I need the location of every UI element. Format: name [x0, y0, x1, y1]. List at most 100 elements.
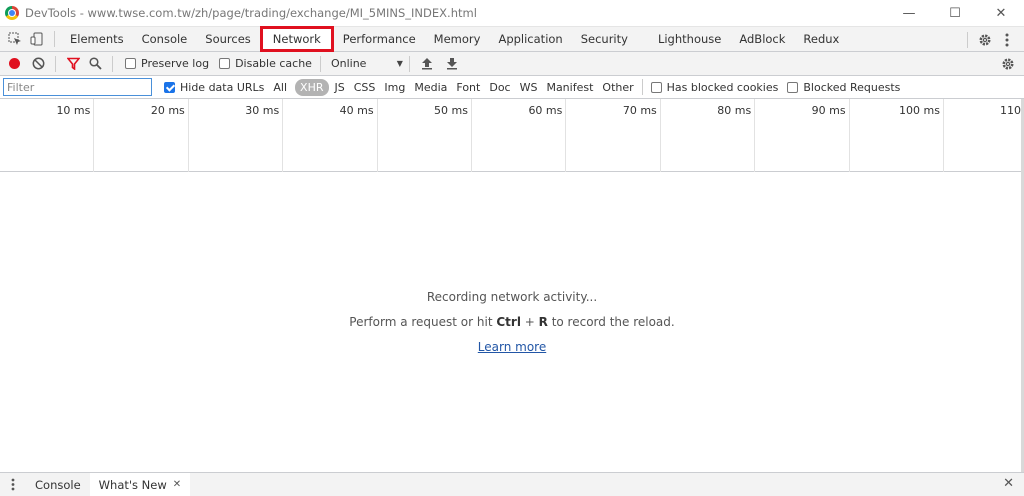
tabbar-right-tools: [961, 27, 1024, 52]
record-button-icon[interactable]: [9, 58, 20, 69]
timeline-tick: 110: [944, 99, 1024, 172]
device-toolbar-icon[interactable]: [26, 28, 48, 50]
reload-hint-suffix: to record the reload.: [547, 315, 675, 329]
tab-performance[interactable]: Performance: [334, 27, 425, 52]
blocked-requests-label: Blocked Requests: [803, 80, 901, 94]
hide-data-urls-label: Hide data URLs: [180, 80, 265, 94]
filter-input[interactable]: [3, 78, 152, 96]
close-window-button[interactable]: ✕: [978, 0, 1024, 26]
drawer-tab-console[interactable]: Console: [26, 473, 90, 496]
filter-type-doc[interactable]: Doc: [489, 81, 510, 94]
toolbar-separator: [112, 55, 113, 72]
timeline-tick: 20 ms: [94, 99, 189, 172]
timeline-tick: 90 ms: [755, 99, 850, 172]
toolbar-separator: [319, 55, 321, 72]
tab-sources[interactable]: Sources: [196, 27, 260, 52]
window-titlebar: DevTools - www.twse.com.tw/zh/page/tradi…: [0, 0, 1024, 26]
timeline-tick-label: 40 ms: [339, 104, 374, 117]
network-settings-gear-icon[interactable]: [997, 53, 1019, 75]
filter-bar: Hide data URLs All XHR JS CSS Img Media …: [0, 76, 1024, 99]
has-blocked-cookies-box[interactable]: [650, 81, 662, 93]
chrome-logo-icon: [5, 6, 19, 20]
recording-message: Recording network activity...: [426, 290, 598, 304]
reload-hint-key-r: R: [538, 315, 548, 329]
timeline-tick: 80 ms: [661, 99, 756, 172]
import-har-upload-icon[interactable]: [416, 53, 438, 75]
timeline-tick-label: 20 ms: [150, 104, 185, 117]
filter-funnel-icon[interactable]: [62, 53, 84, 75]
hide-data-urls-box[interactable]: [164, 81, 175, 93]
minimize-button[interactable]: —: [886, 0, 932, 26]
tab-lighthouse[interactable]: Lighthouse: [649, 27, 730, 52]
close-tab-icon[interactable]: ✕: [173, 479, 181, 490]
has-blocked-cookies-label: Has blocked cookies: [666, 80, 779, 94]
disable-cache-checkbox[interactable]: Disable cache: [219, 57, 312, 70]
learn-more-link[interactable]: Learn more: [478, 340, 546, 354]
filter-type-img[interactable]: Img: [384, 81, 405, 94]
preserve-log-box[interactable]: [125, 58, 136, 69]
clear-icon[interactable]: [27, 53, 49, 75]
filter-type-js[interactable]: JS: [335, 81, 345, 94]
window-title: DevTools - www.twse.com.tw/zh/page/tradi…: [25, 6, 477, 20]
timeline-tick-label: 50 ms: [434, 104, 468, 117]
disable-cache-box[interactable]: [219, 58, 231, 69]
drawer-tab-whats-new[interactable]: What's New ✕: [89, 472, 191, 496]
throttling-select[interactable]: Online ▼: [331, 57, 403, 70]
tab-elements[interactable]: Elements: [61, 27, 133, 52]
preserve-log-checkbox[interactable]: Preserve log: [125, 57, 209, 70]
filter-type-xhr[interactable]: XHR: [295, 78, 329, 96]
tab-memory[interactable]: Memory: [425, 27, 490, 52]
filter-type-font[interactable]: Font: [456, 81, 480, 94]
timeline-tick-label: 10 ms: [56, 104, 91, 117]
timeline-tick-label: 30 ms: [245, 104, 280, 117]
hide-data-urls-checkbox[interactable]: Hide data URLs: [164, 81, 264, 94]
timeline-tick-label: 110: [1000, 104, 1021, 117]
blocked-requests-checkbox[interactable]: Blocked Requests: [787, 81, 900, 94]
timeline-tick-label: 100 ms: [899, 104, 940, 117]
chevron-down-icon: ▼: [396, 59, 403, 68]
settings-gear-icon[interactable]: [974, 29, 996, 51]
has-blocked-cookies-checkbox[interactable]: Has blocked cookies: [650, 80, 779, 94]
tab-security[interactable]: Security: [572, 27, 637, 52]
maximize-button[interactable]: ☐: [932, 0, 978, 26]
learn-more-row: Learn more: [0, 340, 1024, 354]
tab-console[interactable]: Console: [133, 27, 197, 52]
timeline-overview[interactable]: 10 ms 20 ms 30 ms 40 ms 50 ms 60 ms 70 ms 80 ms…: [0, 99, 1024, 172]
filter-type-ws[interactable]: WS: [520, 81, 538, 94]
close-drawer-icon[interactable]: ✕: [1003, 476, 1014, 491]
reload-hint-key-ctrl: Ctrl: [496, 315, 521, 329]
inspect-element-icon[interactable]: [4, 28, 26, 50]
panel-tab-bar: Elements Console Sources Network Perform…: [0, 26, 1024, 52]
drawer-tab-bar: Console What's New ✕ ✕: [0, 472, 1024, 496]
tab-adblock[interactable]: AdBlock: [730, 27, 794, 52]
export-har-download-icon[interactable]: [441, 53, 463, 75]
more-options-icon[interactable]: [996, 29, 1018, 51]
filter-type-media[interactable]: Media: [414, 81, 447, 94]
filter-type-manifest[interactable]: Manifest: [546, 81, 593, 94]
tab-application[interactable]: Application: [489, 27, 571, 52]
filter-type-other[interactable]: Other: [602, 81, 633, 94]
toolbar-separator: [54, 31, 55, 47]
drawer-menu-icon[interactable]: [2, 474, 24, 496]
request-list-empty-state: Recording network activity... Perform a …: [0, 172, 1024, 472]
reload-hint-prefix: Perform a request or hit: [349, 315, 497, 329]
timeline-tick-label: 60 ms: [528, 104, 563, 117]
blocked-requests-box[interactable]: [787, 81, 799, 93]
filter-type-all[interactable]: All: [273, 81, 287, 94]
timeline-tick: 70 ms: [566, 99, 661, 172]
filter-type-css[interactable]: CSS: [354, 81, 376, 94]
toolbar-separator: [641, 79, 643, 95]
timeline-tick: 10 ms: [0, 99, 95, 172]
search-icon[interactable]: [84, 53, 106, 75]
reload-hint: Perform a request or hit Ctrl + R to rec…: [0, 315, 1024, 329]
tab-redux[interactable]: Redux: [794, 27, 848, 52]
throttling-value: Online: [330, 57, 367, 70]
timeline-tick: 100 ms: [850, 99, 944, 172]
toolbar-separator: [55, 55, 56, 72]
tab-network[interactable]: Network: [259, 26, 334, 52]
toolbar-separator: [408, 55, 410, 72]
timeline-tick: 50 ms: [378, 99, 472, 172]
network-toolbar: Preserve log Disable cache Online ▼: [0, 52, 1024, 76]
toolbar-separator: [967, 31, 968, 48]
window-controls: — ☐ ✕: [886, 0, 1024, 26]
